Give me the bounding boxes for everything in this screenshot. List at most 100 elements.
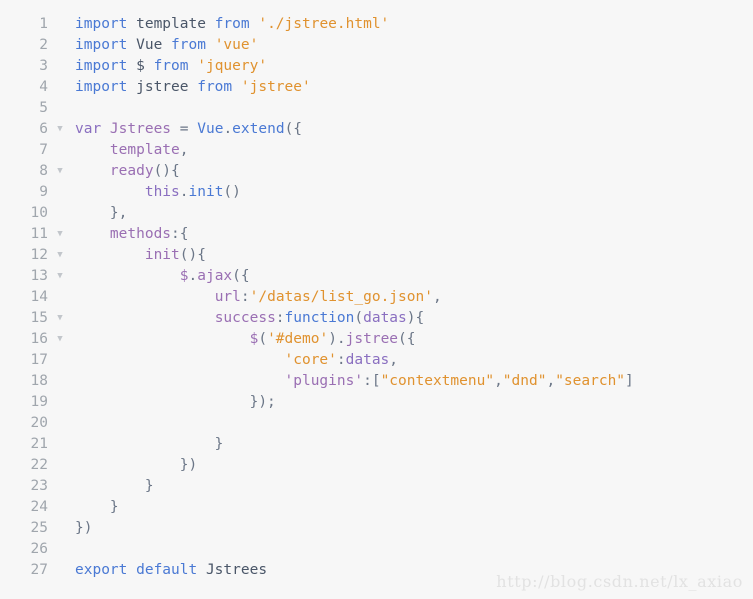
line-content: import jstree from 'jstree' xyxy=(75,77,311,98)
code-line[interactable]: 15 ▼ success:function(datas){ xyxy=(0,308,753,329)
token: this xyxy=(144,184,180,200)
line-number: 15 xyxy=(30,310,48,326)
code-editor[interactable]: 1 import template from './jstree.html' 2 im… xyxy=(0,0,753,599)
code-line[interactable]: 2 import Vue from 'vue' xyxy=(0,35,753,56)
token: , xyxy=(389,352,399,368)
token: ) xyxy=(328,331,337,347)
code-line[interactable]: 8 ▼ ready(){ xyxy=(0,161,753,182)
line-number: 11 xyxy=(30,226,48,242)
token: '#demo' xyxy=(267,331,329,347)
fold-arrow-icon[interactable]: ▼ xyxy=(54,119,66,140)
code-line[interactable]: 4 import jstree from 'jstree' xyxy=(0,77,753,98)
code-line[interactable]: 11 ▼ methods:{ xyxy=(0,224,753,245)
token: import xyxy=(75,58,137,74)
token: :{ xyxy=(171,226,189,242)
token: Jstrees xyxy=(109,121,172,137)
fold-arrow-icon[interactable]: ▼ xyxy=(54,245,66,266)
line-content: }) xyxy=(75,455,197,476)
line-number: 1 xyxy=(39,16,48,32)
token: , xyxy=(179,142,189,158)
code-line[interactable]: 7 template, xyxy=(0,140,753,161)
token: "contextmenu" xyxy=(380,373,495,389)
token: '/datas/list_go.json' xyxy=(249,289,433,305)
token: : xyxy=(336,352,346,368)
token: = xyxy=(171,121,198,137)
token: template xyxy=(136,16,215,32)
code-line[interactable]: 16 ▼ $('#demo').jstree({ xyxy=(0,329,753,350)
token: ajax xyxy=(197,268,233,284)
fold-arrow-icon[interactable]: ▼ xyxy=(54,308,66,329)
fold-arrow-icon[interactable]: ▼ xyxy=(54,329,66,350)
line-content: } xyxy=(75,497,119,518)
token: jstree xyxy=(136,79,198,95)
fold-arrow-icon[interactable]: ▼ xyxy=(54,161,66,182)
code-line[interactable]: 9 this.init() xyxy=(0,182,753,203)
token: $ xyxy=(136,58,154,74)
token: 'jquery' xyxy=(197,58,268,74)
line-number: 27 xyxy=(30,562,48,578)
token: ({ xyxy=(232,268,250,284)
code-line[interactable]: 1 import template from './jstree.html' xyxy=(0,14,753,35)
code-line[interactable]: 20 xyxy=(0,413,753,434)
code-line[interactable]: 10 }, xyxy=(0,203,753,224)
line-number: 22 xyxy=(30,457,48,473)
code-line[interactable]: 5 xyxy=(0,98,753,119)
line-number: 23 xyxy=(30,478,48,494)
code-line[interactable]: 14 url:'/datas/list_go.json', xyxy=(0,287,753,308)
token: ( xyxy=(258,331,268,347)
token: datas xyxy=(363,310,407,326)
code-line[interactable]: 13 ▼ $.ajax({ xyxy=(0,266,753,287)
code-line[interactable]: 18 'plugins':["contextmenu","dnd","searc… xyxy=(0,371,753,392)
token: , xyxy=(546,373,556,389)
token: methods xyxy=(109,226,172,242)
line-number: 2 xyxy=(39,37,48,53)
token: . xyxy=(223,121,233,137)
code-lines: 1 import template from './jstree.html' 2 im… xyxy=(0,14,753,581)
line-content: init(){ xyxy=(75,245,206,266)
code-line[interactable]: 26 xyxy=(0,539,753,560)
token: init xyxy=(188,184,224,200)
line-content: $('#demo').jstree({ xyxy=(75,329,416,350)
line-number: 25 xyxy=(30,520,48,536)
watermark-text: http://blog.csdn.net/lx_axiao xyxy=(496,572,743,591)
token: import xyxy=(75,79,137,95)
code-line[interactable]: 25}) xyxy=(0,518,753,539)
token: ({ xyxy=(398,331,416,347)
line-content: export default Jstrees xyxy=(75,560,267,581)
line-number: 20 xyxy=(30,415,48,431)
token: init xyxy=(144,247,180,263)
code-line[interactable]: 19 }); xyxy=(0,392,753,413)
token: 'vue' xyxy=(214,37,259,53)
line-content: methods:{ xyxy=(75,224,189,245)
line-number: 13 xyxy=(30,268,48,284)
token: extend xyxy=(232,121,285,137)
code-line[interactable]: 21 } xyxy=(0,434,753,455)
line-content: }); xyxy=(75,392,276,413)
fold-arrow-icon[interactable]: ▼ xyxy=(54,266,66,287)
line-content: var Jstrees = Vue.extend({ xyxy=(75,119,302,140)
code-line[interactable]: 24 } xyxy=(0,497,753,518)
token: from xyxy=(171,37,215,53)
line-number: 14 xyxy=(30,289,48,305)
code-line[interactable]: 22 }) xyxy=(0,455,753,476)
code-line[interactable]: 23 } xyxy=(0,476,753,497)
token: import xyxy=(75,37,137,53)
code-line[interactable]: 17 'core':datas, xyxy=(0,350,753,371)
line-content: } xyxy=(75,476,154,497)
token: (){ xyxy=(153,163,180,179)
code-line[interactable]: 12 ▼ init(){ xyxy=(0,245,753,266)
token: , xyxy=(494,373,503,389)
token: }, xyxy=(75,205,128,221)
code-line[interactable]: 3 import $ from 'jquery' xyxy=(0,56,753,77)
code-line[interactable]: 6 ▼ var Jstrees = Vue.extend({ xyxy=(0,119,753,140)
fold-arrow-icon[interactable]: ▼ xyxy=(54,224,66,245)
token: }) xyxy=(75,457,198,473)
